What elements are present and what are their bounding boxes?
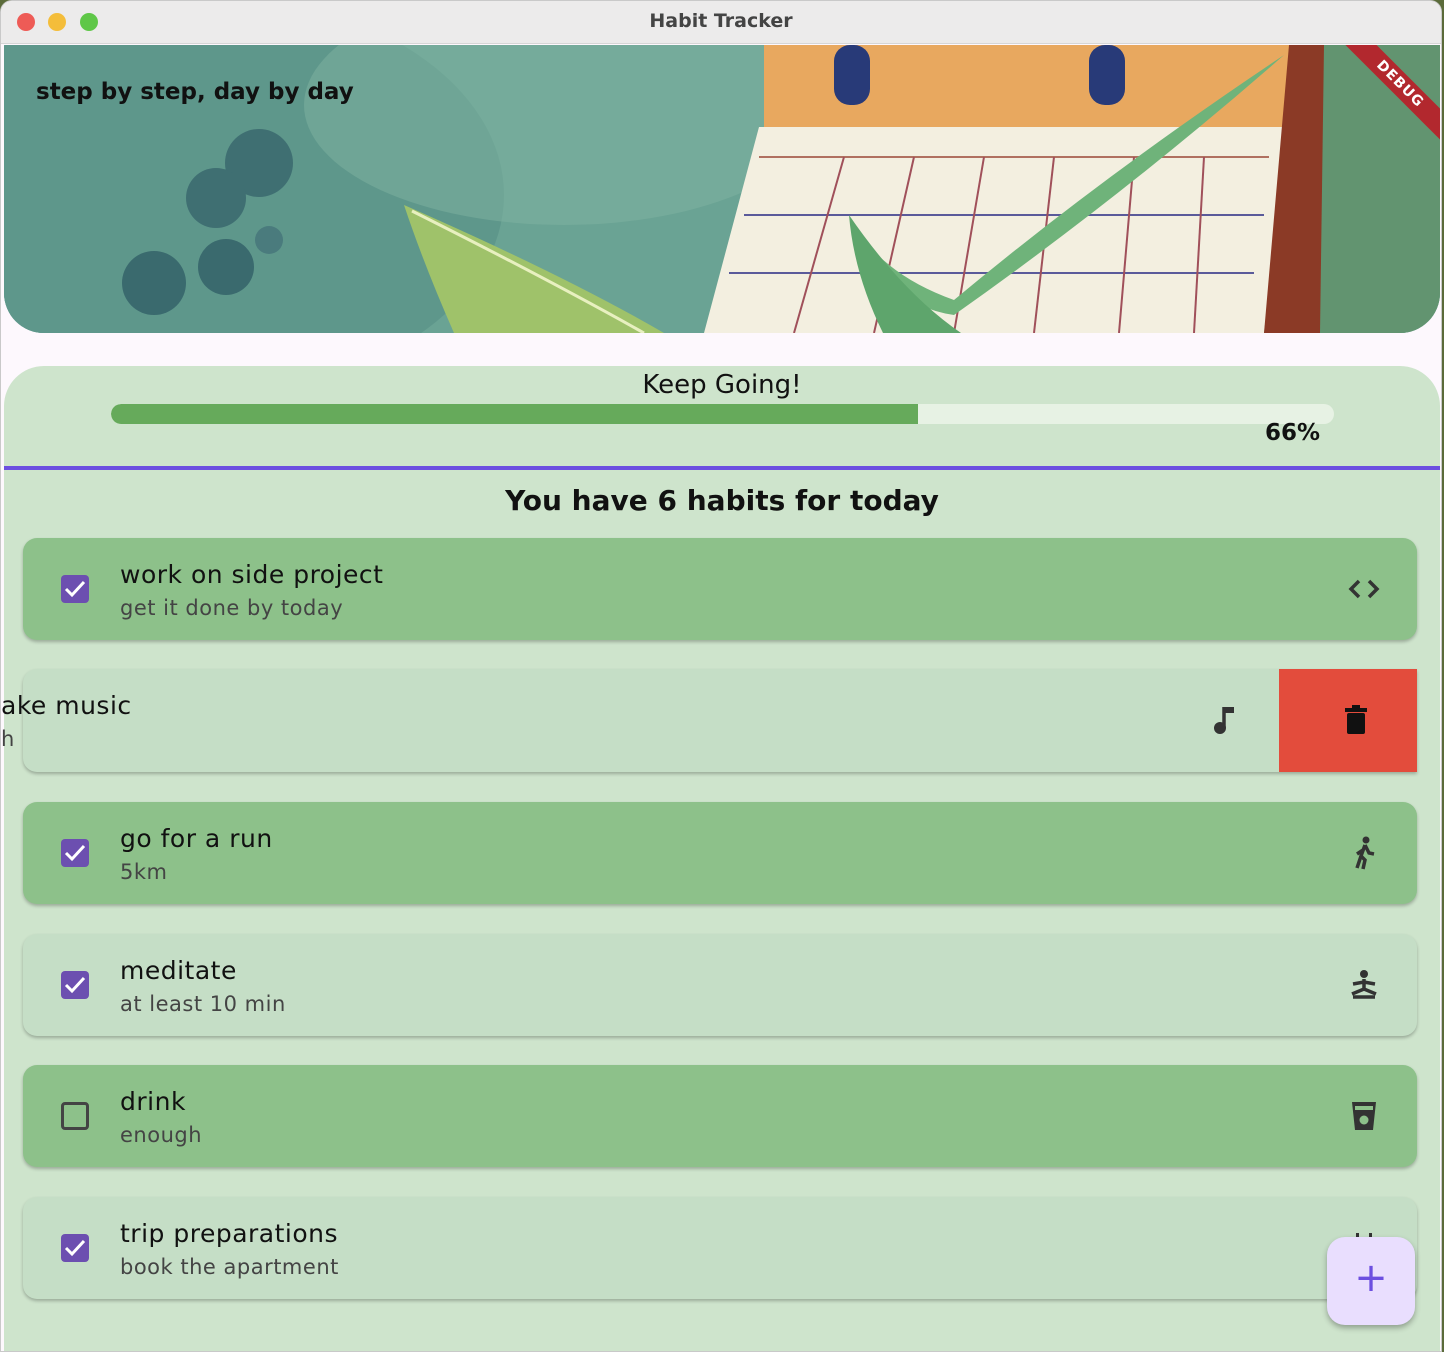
habit-title: meditate [120,956,237,985]
habit-subtitle: book the apartment [120,1255,339,1279]
habit-count-heading: You have 6 habits for today [505,484,939,517]
habit-subtitle: enough [120,1123,203,1147]
add-habit-button[interactable]: + [1327,1237,1415,1325]
check-icon [64,976,86,994]
habit-subtitle: get it done by today [120,596,344,620]
title-bar: Habit Tracker [1,1,1441,44]
habit-checkbox[interactable] [61,839,89,867]
check-icon [64,844,86,862]
habit-card[interactable]: meditate at least 10 min [23,934,1417,1036]
habit-title: go for a run [120,824,273,853]
habit-title: drink [120,1087,186,1116]
habit-card[interactable]: trip preparations book the apartment [23,1197,1417,1299]
habit-card[interactable]: drink enough [23,1065,1417,1167]
check-icon [64,580,86,598]
habit-card-swiped[interactable]: ake music h [1,669,1417,772]
code-icon [1348,579,1380,599]
delete-action[interactable] [1279,669,1417,772]
section-divider [4,466,1440,470]
habit-subtitle: h [1,727,15,751]
plus-icon: + [1354,1255,1388,1301]
habit-title: ake music [1,691,132,720]
meditation-icon [1351,970,1377,999]
check-icon [64,1239,86,1257]
habit-checkbox[interactable] [61,1234,89,1262]
walking-icon [1355,836,1375,870]
habit-subtitle: 5km [120,860,168,884]
progress-bar [111,404,1334,424]
habit-checkbox[interactable] [61,575,89,603]
habit-card[interactable]: go for a run 5km [23,802,1417,904]
progress-message: Keep Going! [642,370,802,400]
window-title: Habit Tracker [649,10,793,32]
trash-icon [1345,705,1367,734]
music-note-icon [1214,707,1234,734]
header-banner: step by step, day by day DEBUG [4,45,1440,333]
app-window: Habit Tracker step by step, day by day D… [0,0,1442,1352]
tagline: step by step, day by day [36,79,354,105]
habit-checkbox[interactable] [61,971,89,999]
cup-icon [1352,1102,1376,1130]
habit-checkbox[interactable] [61,1102,89,1130]
habit-title: work on side project [120,560,384,589]
progress-bar-fill [111,404,919,424]
habit-card[interactable]: work on side project get it done by toda… [23,538,1417,640]
habit-subtitle: at least 10 min [120,992,286,1016]
progress-percent: 66% [1264,420,1320,446]
habit-title: trip preparations [120,1219,339,1248]
